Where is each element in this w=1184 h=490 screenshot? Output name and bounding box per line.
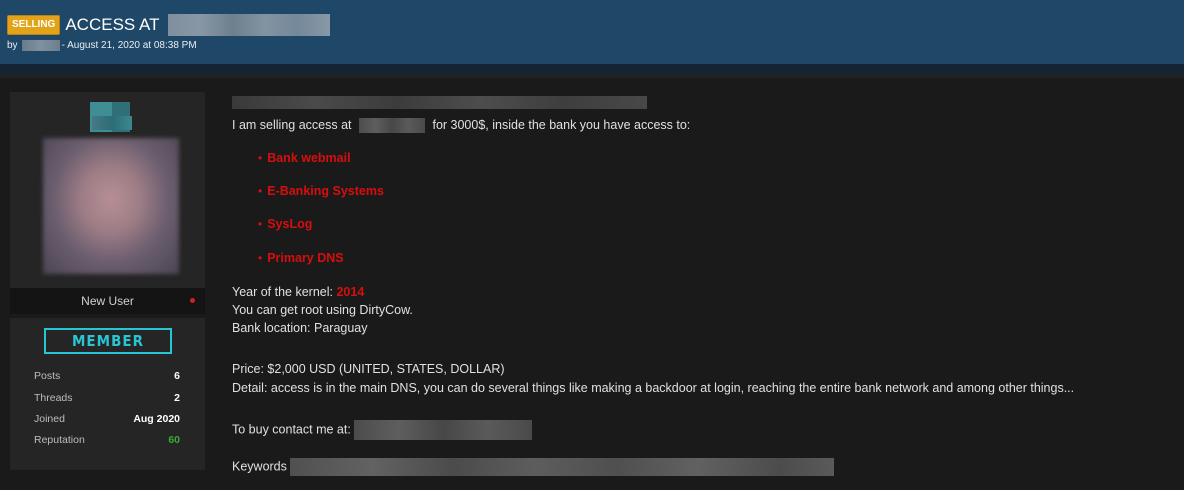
keywords-label: Keywords — [232, 459, 287, 474]
thread-byline: by - August 21, 2020 at 08:38 PM — [7, 40, 197, 51]
redacted-keywords — [290, 458, 835, 476]
avatar[interactable] — [43, 138, 179, 274]
redacted-title-text — [167, 14, 330, 36]
stat-row-threads: Threads 2 — [34, 392, 180, 404]
thread-header: SELLING ACCESS AT by - August 21, 2020 a… — [0, 0, 1184, 64]
kernel-label: Year of the kernel: — [232, 285, 333, 299]
stat-value: 6 — [174, 370, 180, 382]
list-item: • Bank webmail — [258, 151, 351, 165]
user-rank-label: New User — [81, 294, 134, 308]
stat-label: Threads — [34, 392, 73, 404]
stat-label: Joined — [34, 413, 65, 425]
divider — [0, 74, 1184, 78]
stat-row-reputation: Reputation 60 — [34, 434, 180, 446]
intro-before: I am selling access at — [232, 118, 352, 132]
redacted-contact — [354, 420, 533, 440]
user-rank-bar: New User — [10, 288, 205, 314]
root-line: You can get root using DirtyCow. — [232, 303, 413, 317]
user-stats-box: MEMBER Posts 6 Threads 2 Joined Aug 2020… — [10, 318, 205, 470]
kernel-year: 2014 — [336, 285, 365, 299]
keywords-line: Keywords — [232, 458, 835, 476]
kernel-line: Year of the kernel: 2014 — [232, 285, 364, 299]
reputation-value[interactable]: 60 — [168, 434, 180, 446]
detail-line: Detail: access is in the main DNS, you c… — [232, 381, 1075, 395]
bullet-icon: • — [258, 184, 263, 198]
list-item: • E-Banking Systems — [258, 184, 384, 198]
bullet-icon: • — [258, 151, 263, 165]
user-sidebar: New User MEMBER Posts 6 Threads 2 Joined… — [10, 92, 205, 470]
redacted-author-link[interactable] — [21, 40, 60, 51]
stat-value: Aug 2020 — [133, 413, 180, 425]
stat-value: 2 — [174, 392, 180, 404]
intro-after: for 3000$, inside the bank you have acce… — [432, 118, 691, 132]
redacted-username-lower — [92, 116, 132, 130]
thread-title-row: SELLING ACCESS AT — [7, 14, 330, 36]
bullet-icon: • — [258, 217, 263, 231]
intro-line: I am selling access at for 3000$, inside… — [232, 118, 691, 134]
thread-title: ACCESS AT — [65, 15, 160, 34]
selling-prefix-badge[interactable]: SELLING — [7, 15, 61, 35]
stat-row-posts: Posts 6 — [34, 370, 180, 382]
stat-label: Posts — [34, 370, 61, 382]
member-badge: MEMBER — [44, 328, 172, 354]
contact-line: To buy contact me at: — [232, 420, 533, 440]
stat-row-joined: Joined Aug 2020 — [34, 413, 180, 425]
offline-status-icon — [190, 298, 195, 303]
price-line: Price: $2,000 USD (UNITED, STATES, DOLLA… — [232, 362, 505, 376]
redacted-post-header — [232, 96, 647, 109]
redacted-bank-name — [358, 118, 425, 134]
location-line: Bank location: Paraguay — [232, 321, 368, 335]
header-shadow-bar — [0, 64, 1184, 74]
list-item: • SysLog — [258, 217, 313, 231]
list-item: • Primary DNS — [258, 251, 344, 265]
bullet-icon: • — [258, 251, 263, 265]
post-date: - August 21, 2020 at 08:38 PM — [61, 40, 197, 51]
user-profile-box — [10, 92, 205, 288]
stat-label: Reputation — [34, 434, 85, 446]
contact-label: To buy contact me at: — [232, 422, 351, 437]
by-label: by — [7, 40, 18, 51]
